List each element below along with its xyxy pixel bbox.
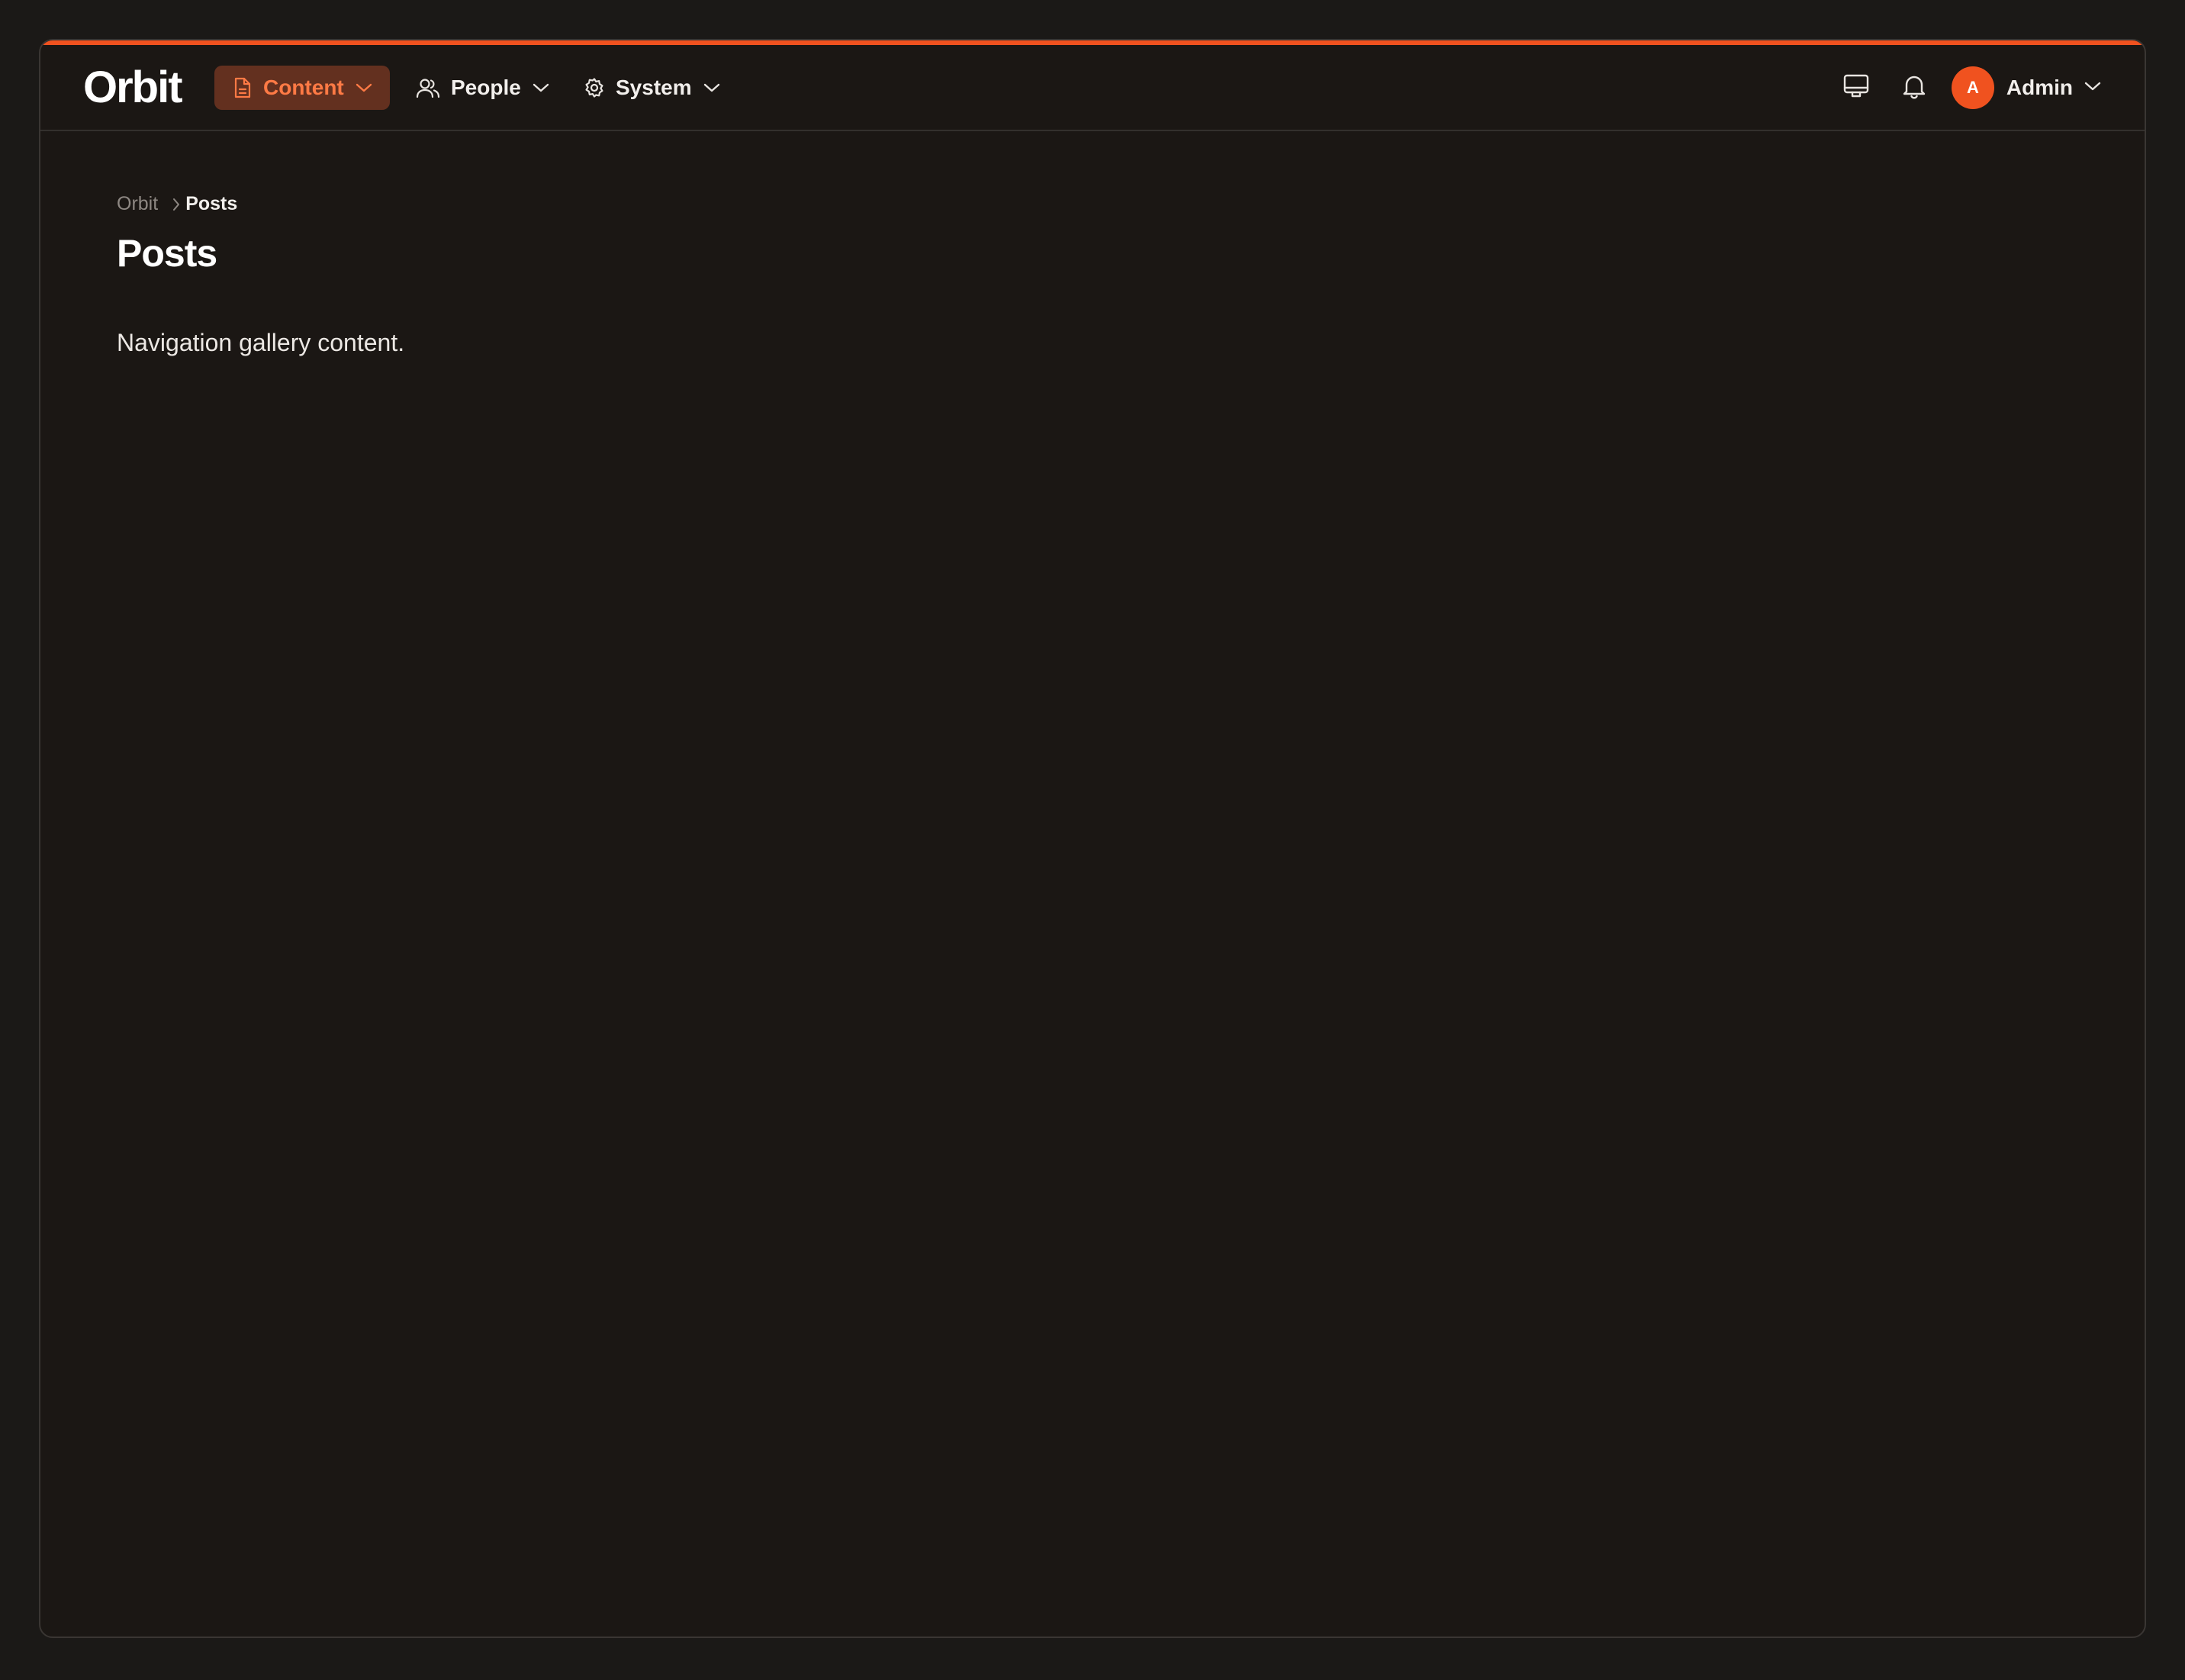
page-content-text: Navigation gallery content. <box>117 329 405 356</box>
breadcrumb-current: Posts <box>185 193 238 214</box>
bell-icon <box>1902 73 1926 103</box>
nav-system-label: System <box>616 76 692 99</box>
users-icon <box>416 77 440 98</box>
app-window: Orbit Content People System A Admin Orbi… <box>39 39 2146 1638</box>
user-name: Admin <box>2006 76 2073 99</box>
display-button[interactable] <box>1834 66 1878 110</box>
monitor-icon <box>1842 73 1870 103</box>
notifications-button[interactable] <box>1892 66 1936 110</box>
chevron-down-icon <box>2084 81 2102 95</box>
gear-icon <box>584 77 605 98</box>
nav-system-menu[interactable]: System <box>579 66 732 110</box>
app-logo[interactable]: Orbit <box>83 62 183 113</box>
nav-content-menu[interactable]: Content <box>214 66 390 110</box>
breadcrumb: Orbit Posts <box>117 193 237 215</box>
chevron-right-icon <box>172 196 181 213</box>
document-icon <box>233 77 253 98</box>
nav-content-label: Content <box>263 76 344 99</box>
header-tools: A Admin <box>1820 66 2102 110</box>
chevron-down-icon <box>532 82 550 93</box>
nav-people-label: People <box>451 76 521 99</box>
nav-people-menu[interactable]: People <box>411 66 549 110</box>
chevron-down-icon <box>355 82 373 93</box>
chevron-down-icon <box>703 82 721 93</box>
page-title: Posts <box>117 232 217 275</box>
breadcrumb-root-link[interactable]: Orbit <box>117 193 158 215</box>
avatar: A <box>1951 66 1994 109</box>
user-menu[interactable]: A Admin <box>1951 66 2102 109</box>
top-navigation-bar: Orbit Content People System A Admin <box>40 45 2145 131</box>
